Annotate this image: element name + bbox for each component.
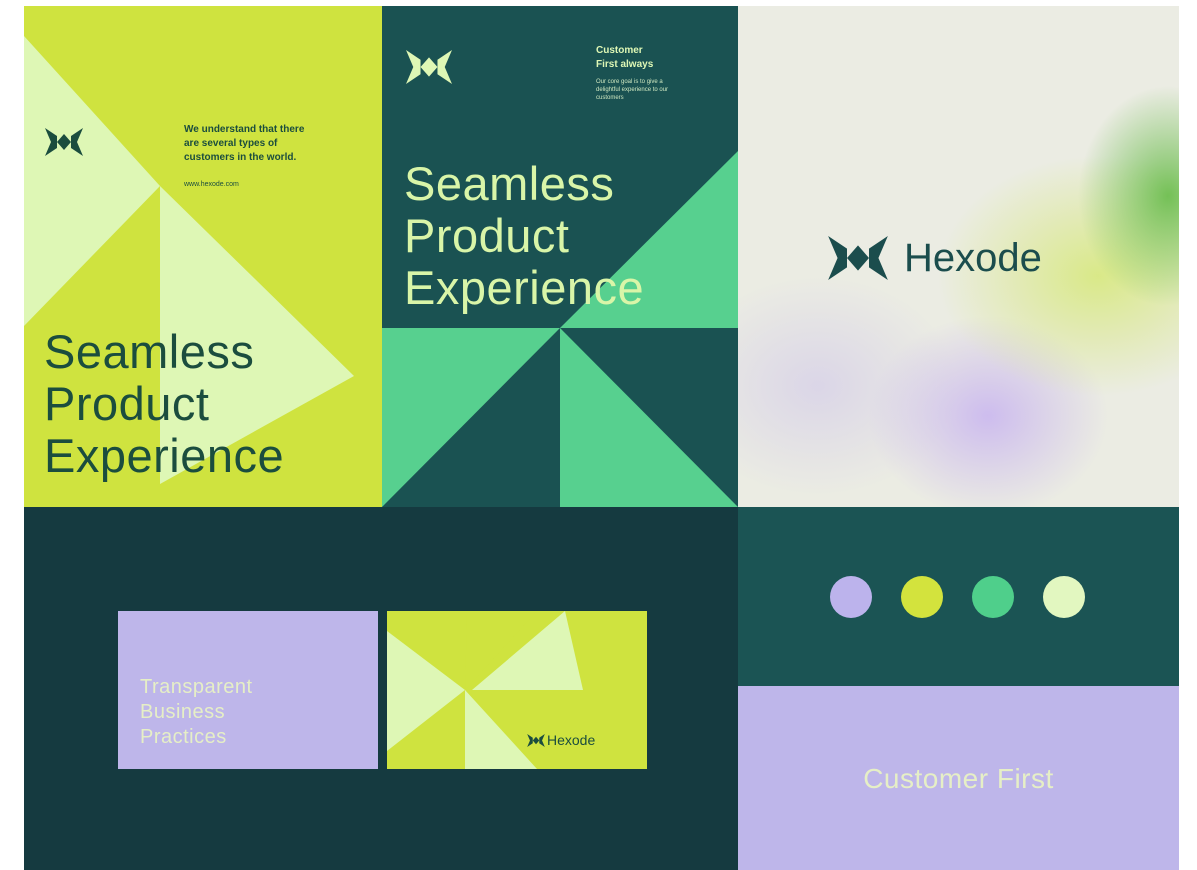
poster-center-corner-body: Our core goal is to give a delightful ex… <box>596 79 669 101</box>
poster-center: Customer First always Our core goal is t… <box>382 6 738 507</box>
swatch-lavender <box>830 576 872 618</box>
banner-text: Customer First <box>863 763 1054 794</box>
poster-left-url: www.hexode.com <box>184 181 239 188</box>
swatch-mint <box>972 576 1014 618</box>
poster-center-headline: Seamless Product Experience <box>404 157 645 314</box>
poster-left-headline: Seamless Product Experience <box>44 325 285 482</box>
swatch-pale-green <box>1043 576 1085 618</box>
hexode-logo-icon <box>45 128 83 156</box>
customer-first-banner: Customer First <box>738 686 1179 870</box>
business-card-front-text: Transparent Business Practices <box>140 676 253 748</box>
business-card-brand: Hexode <box>547 732 596 748</box>
business-card-front: Transparent Business Practices <box>118 611 378 769</box>
poster-left: We understand that there are several typ… <box>24 6 382 507</box>
hexode-logo-icon <box>406 50 452 84</box>
business-card-back: Hexode <box>387 611 647 769</box>
triangle-pattern <box>387 611 583 769</box>
color-palette <box>738 507 1179 686</box>
hexode-logo-icon <box>828 236 888 280</box>
poster-left-tagline: We understand that there are several typ… <box>184 124 305 163</box>
brand-name: Hexode <box>904 236 1042 280</box>
brand-panel: Hexode <box>738 6 1179 507</box>
business-card-panel: Transparent Business Practices Hexode <box>24 507 738 870</box>
swatch-yellow <box>901 576 943 618</box>
hexode-logo-icon <box>527 734 545 747</box>
poster-center-corner-title: Customer First always <box>596 45 654 70</box>
